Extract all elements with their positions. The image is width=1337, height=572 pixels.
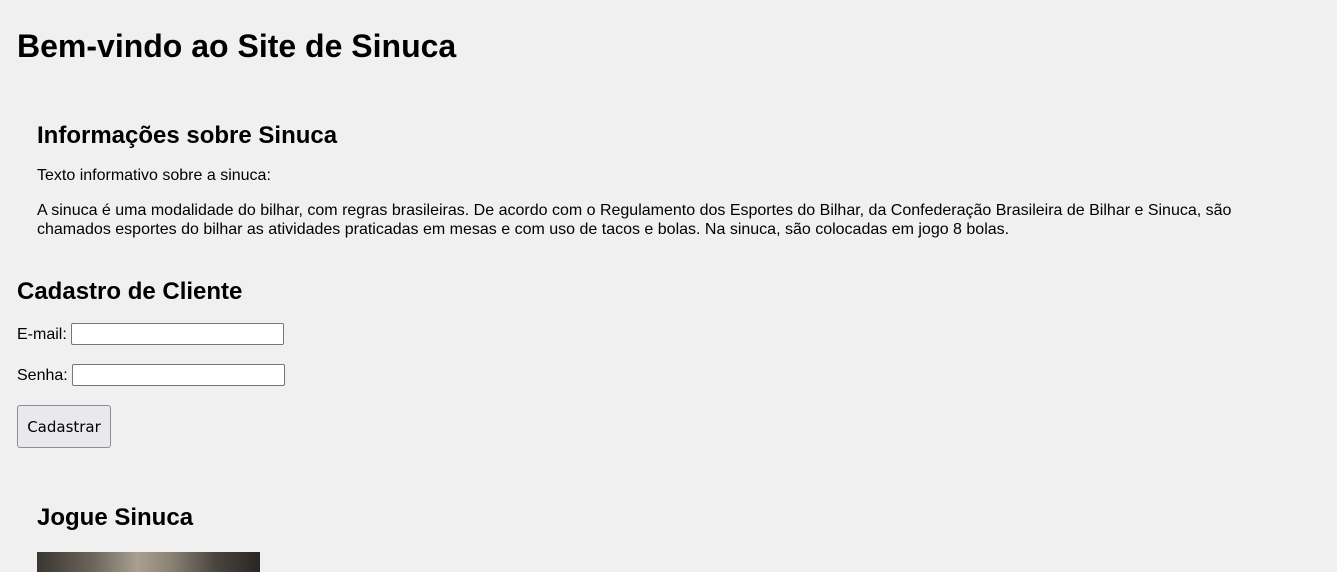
cadastrar-button[interactable]: Cadastrar xyxy=(17,405,111,448)
info-body-text: A sinuca é uma modalidade do bilhar, com… xyxy=(37,202,1232,238)
info-heading: Informações sobre Sinuca xyxy=(37,122,338,149)
register-heading: Cadastro de Cliente xyxy=(17,278,243,305)
register-form: Cadastro de Cliente E-mail: Senha: Cadas… xyxy=(17,278,1320,448)
email-row: E-mail: xyxy=(17,323,1320,345)
email-label: E-mail: xyxy=(17,325,67,343)
senha-row: Senha: xyxy=(17,364,1320,386)
info-intro-text: Texto informativo sobre a sinuca: xyxy=(37,167,271,184)
game-section: Jogue Sinuca xyxy=(17,504,1320,572)
page: Bem-vindo ao Site de Sinuca Informações … xyxy=(0,0,1337,572)
page-title: Bem-vindo ao Site de Sinuca xyxy=(17,28,457,64)
senha-label: Senha: xyxy=(17,366,68,384)
game-heading: Jogue Sinuca xyxy=(37,504,194,531)
info-section: Informações sobre Sinuca Texto informati… xyxy=(17,122,1320,239)
email-field[interactable] xyxy=(70,323,284,345)
senha-field[interactable] xyxy=(71,364,285,386)
game-image xyxy=(37,552,260,572)
